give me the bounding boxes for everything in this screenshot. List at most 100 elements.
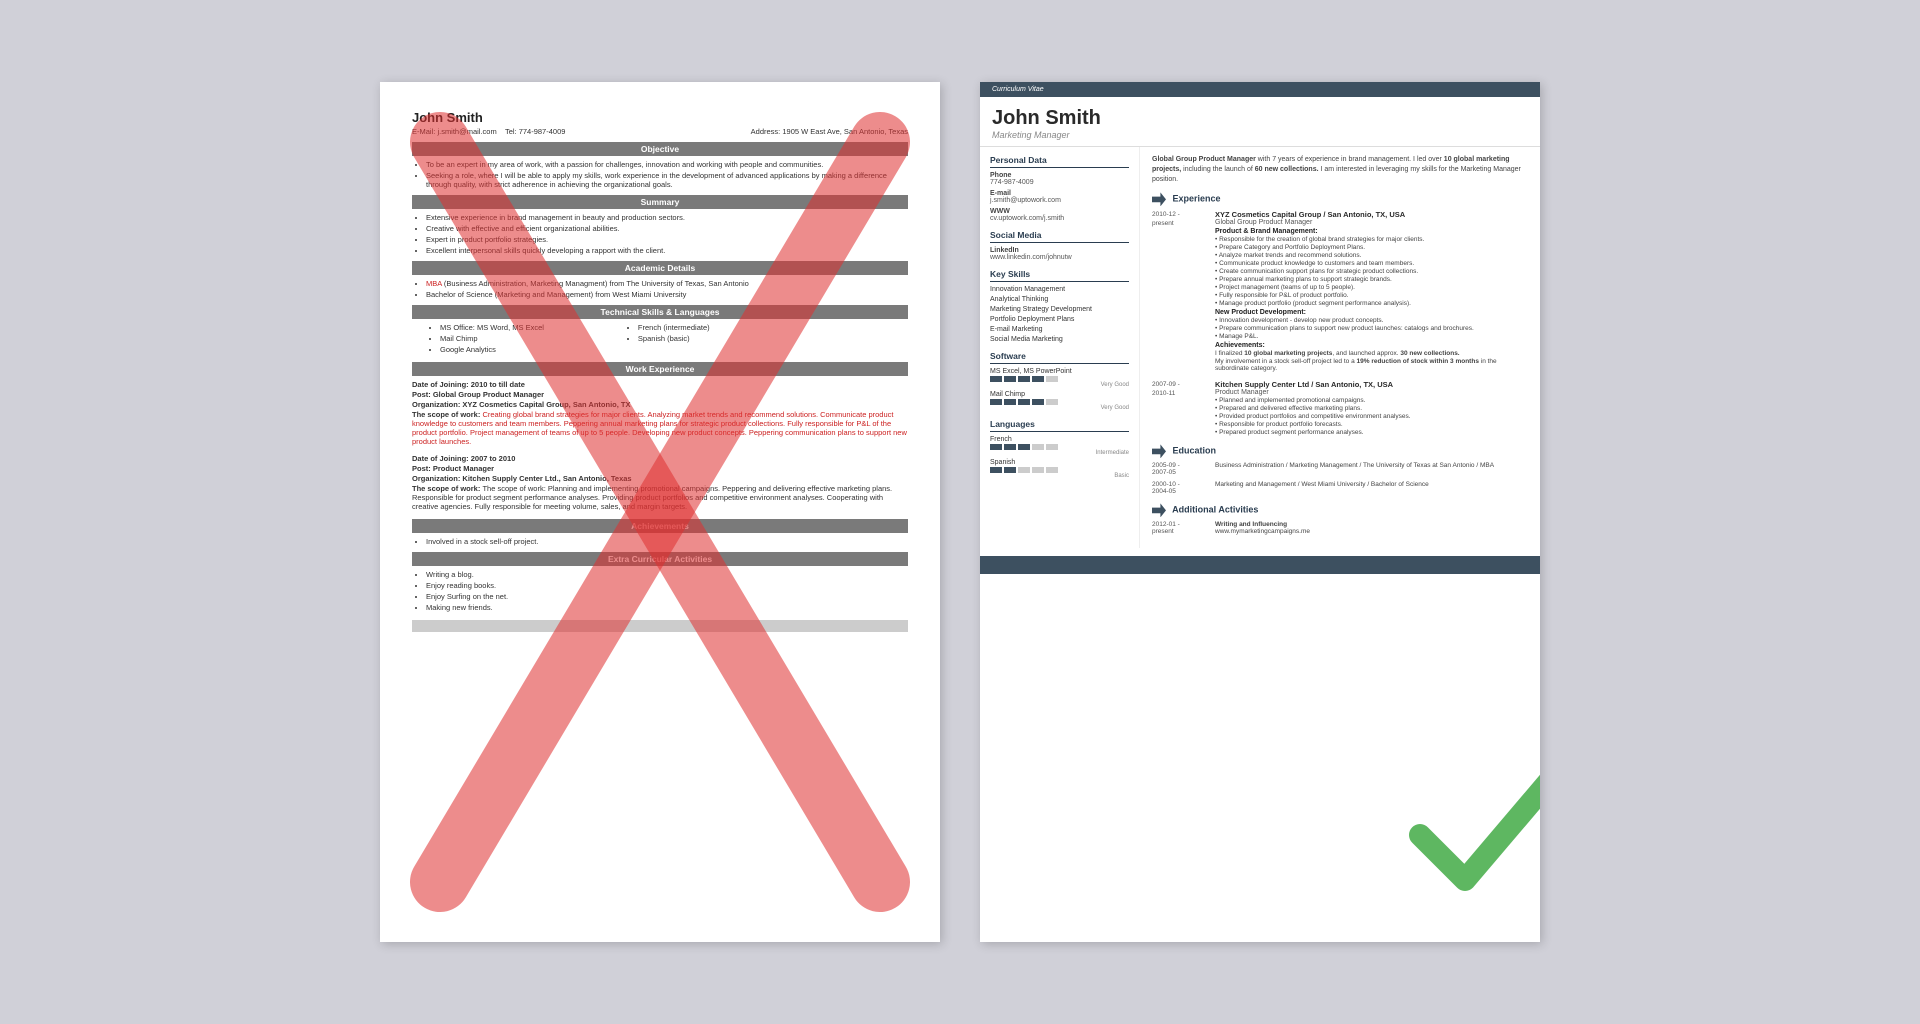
skill-item: E-mail Marketing	[990, 326, 1129, 333]
arrow-icon	[1152, 192, 1166, 206]
left-objective-list: To be an expert in my area of work, with…	[412, 160, 908, 189]
key-skills-title: Key Skills	[990, 269, 1129, 282]
additional-dates-1: 2012-01 - present	[1152, 521, 1207, 535]
work-org-1: Organization: XYZ Cosmetics Capital Grou…	[412, 400, 908, 409]
exp-role-1: Global Group Product Manager	[1215, 219, 1528, 226]
social-media-title: Social Media	[990, 230, 1129, 243]
red-x-overlay	[380, 82, 940, 942]
left-summary-list: Extensive experience in brand management…	[412, 213, 908, 255]
email-value: j.smith@uptowork.com	[990, 197, 1129, 204]
bullet: • Responsible for the creation of global…	[1215, 236, 1528, 243]
bar-segment	[1004, 467, 1016, 473]
bullet: • Analyze market trends and recommend so…	[1215, 252, 1528, 259]
email-label: E-mail	[990, 190, 1129, 197]
bar-segment	[1032, 399, 1044, 405]
exp-dates-1: 2010-12 - present	[1152, 210, 1207, 228]
left-work-title: Work Experience	[412, 362, 908, 376]
right-top-bar: Curriculum Vitae	[980, 82, 1540, 97]
languages-title: Languages	[990, 419, 1129, 432]
exp-dates-2: 2007-09 - 2010-11	[1152, 380, 1207, 398]
summary-blurb: Global Group Product Manager with 7 year…	[1152, 155, 1528, 184]
additional-content-1: Writing and Influencing www.mymarketingc…	[1215, 521, 1310, 535]
left-contact-row: E-Mail: j.smith@mail.com Tel: 774-987-40…	[412, 127, 908, 136]
left-work-entry-1: Date of Joining: 2010 to till date Post:…	[412, 380, 908, 446]
exp-bullets-2: • Innovation development - develop new p…	[1215, 317, 1528, 340]
left-work-entry-2: Date of Joining: 2007 to 2010 Post: Prod…	[412, 454, 908, 511]
edu-entry-2: 2000-10 - 2004-05 Marketing and Manageme…	[1152, 481, 1528, 495]
right-left-col: Personal Data Phone 774-987-4009 E-mail …	[980, 147, 1140, 548]
right-body-grid: Personal Data Phone 774-987-4009 E-mail …	[980, 147, 1540, 548]
resume-bad: John Smith E-Mail: j.smith@mail.com Tel:…	[380, 82, 940, 942]
edu-dates-1: 2005-09 - 2007-05	[1152, 462, 1207, 476]
lang-item-2: Spanish	[990, 459, 1129, 466]
bar-segment-empty	[1046, 376, 1058, 382]
list-item: Writing a blog.	[426, 570, 908, 579]
exp-role-2: Product Manager	[1215, 389, 1528, 396]
list-item: Involved in a stock sell-off project.	[426, 537, 908, 546]
phone-value: 774-987-4009	[990, 179, 1129, 186]
bar-segment	[990, 399, 1002, 405]
software-item-1: MS Excel, MS PowerPoint	[990, 368, 1129, 375]
left-academic-list: MBA (Business Administration, Marketing …	[412, 279, 908, 299]
arrow-icon	[1152, 503, 1166, 517]
left-achievements-list: Involved in a stock sell-off project.	[412, 537, 908, 546]
exp-entry-1: 2010-12 - present XYZ Cosmetics Capital …	[1152, 210, 1528, 372]
list-item: Excellent interpersonal skills quickly d…	[426, 246, 908, 255]
right-header: John Smith Marketing Manager	[980, 97, 1540, 147]
bullet: • Prepare Category and Portfolio Deploym…	[1215, 244, 1528, 251]
bar-segment	[1032, 376, 1044, 382]
phone-label: Phone	[990, 172, 1129, 179]
bar-segment-empty	[1018, 467, 1030, 473]
mba-highlight: MBA	[426, 279, 442, 288]
work-post-2: Post: Product Manager	[412, 464, 908, 473]
bullet: • Manage P&L.	[1215, 333, 1528, 340]
exp-subtitle-1: Product & Brand Management:	[1215, 228, 1528, 235]
exp-header-1: 2010-12 - present XYZ Cosmetics Capital …	[1152, 210, 1528, 372]
bullet: • Prepare communication plans to support…	[1215, 325, 1528, 332]
bullet: • Create communication support plans for…	[1215, 268, 1528, 275]
right-right-col: Global Group Product Manager with 7 year…	[1140, 147, 1540, 548]
exp-company-2: Kitchen Supply Center Ltd / San Antonio,…	[1215, 380, 1528, 389]
lang-label-1: Intermediate	[990, 450, 1129, 456]
lang-item-1: French	[990, 436, 1129, 443]
exp-content-1: XYZ Cosmetics Capital Group / San Antoni…	[1215, 210, 1528, 372]
software-item-2: Mail Chimp	[990, 391, 1129, 398]
left-extracurricular-list: Writing a blog. Enjoy reading books. Enj…	[412, 570, 908, 612]
work-date-2: Date of Joining: 2007 to 2010	[412, 454, 908, 463]
software-title: Software	[990, 351, 1129, 364]
skill-item: Innovation Management	[990, 286, 1129, 293]
summary-text2: including the launch of	[1183, 166, 1255, 173]
skill-item: Analytical Thinking	[990, 296, 1129, 303]
left-summary-title: Summary	[412, 195, 908, 209]
bar-segment	[1004, 376, 1016, 382]
bullet: • Communicate product knowledge to custo…	[1215, 260, 1528, 267]
right-job-title: Marketing Manager	[992, 130, 1528, 140]
bullet: • Prepare annual marketing plans to supp…	[1215, 276, 1528, 283]
bullet: • Planned and implemented promotional ca…	[1215, 397, 1528, 404]
additional-title: Additional Activities	[1152, 503, 1528, 517]
right-name: John Smith	[992, 107, 1528, 130]
bullet: • Responsible for product portfolio fore…	[1215, 421, 1528, 428]
bullet: I finalized 10 global marketing projects…	[1215, 350, 1528, 357]
list-item: To be an expert in my area of work, with…	[426, 160, 908, 169]
left-technical-title: Technical Skills & Languages	[412, 305, 908, 319]
main-container: John Smith E-Mail: j.smith@mail.com Tel:…	[350, 52, 1570, 972]
arrow-icon	[1152, 444, 1166, 458]
work-post-1: Post: Global Group Product Manager	[412, 390, 908, 399]
additional-activity-title: Writing and Influencing	[1215, 521, 1310, 528]
list-item: Seeking a role, where I will be able to …	[426, 171, 908, 189]
bar-segment-empty	[1046, 467, 1058, 473]
resume-good: Curriculum Vitae John Smith Marketing Ma…	[980, 82, 1540, 942]
linkedin-value: www.linkedin.com/johnutw	[990, 254, 1129, 261]
left-skills-col1: MS Office: MS Word, MS Excel Mail Chimp …	[426, 323, 544, 356]
experience-title: Experience	[1152, 192, 1528, 206]
bar-segment-empty	[1032, 467, 1044, 473]
bullet: • Manage product portfolio (product segm…	[1215, 300, 1528, 307]
list-item: Expert in product portfolio strategies.	[426, 235, 908, 244]
left-objective-title: Objective	[412, 142, 908, 156]
list-item: Enjoy Surfing on the net.	[426, 592, 908, 601]
exp-subtitle-2: New Product Development:	[1215, 309, 1528, 316]
software-label-2: Very Good	[990, 405, 1129, 411]
bullet: My involvement in a stock sell-off proje…	[1215, 358, 1528, 372]
skill-item: Social Media Marketing	[990, 336, 1129, 343]
